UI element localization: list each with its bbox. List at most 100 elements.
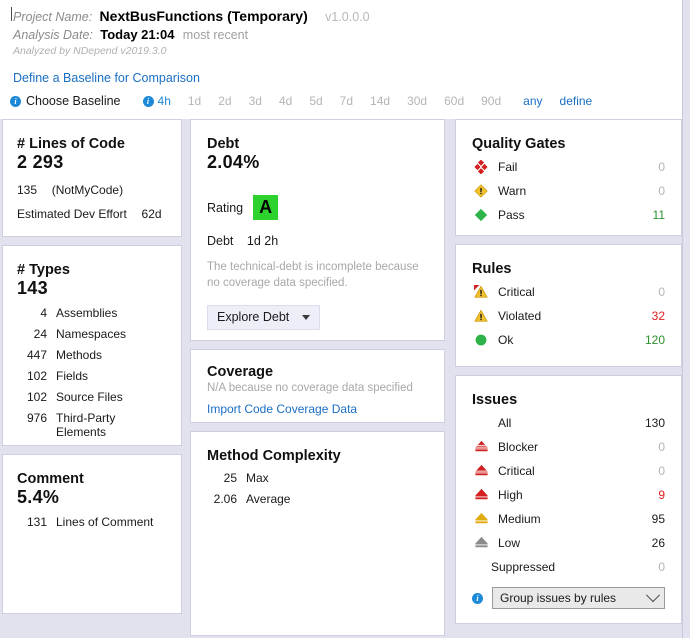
issues-row-suppressed[interactable]: Suppressed 0 (472, 556, 665, 577)
quality-gate-row-label: Pass (498, 207, 525, 222)
baseline-info-icon[interactable]: i (142, 95, 154, 107)
types-row-label: Source Files (56, 390, 123, 404)
baseline-range-60d[interactable]: 60d (444, 94, 464, 108)
baseline-range-define[interactable]: define (560, 94, 593, 108)
rules-row-label: Violated (498, 308, 542, 323)
project-version: v1.0.0.0 (325, 10, 370, 24)
method-complexity-row-label: Max (246, 471, 269, 485)
info-icon[interactable]: i (10, 95, 21, 107)
critical-warning-icon (472, 284, 490, 299)
quality-gate-row-warn[interactable]: Warn 0 (472, 180, 665, 201)
rules-rows: Critical 0 Violated 32 Ok 120 (472, 281, 665, 350)
dev-effort-label: Estimated Dev Effort (17, 207, 127, 221)
panel-method-complexity[interactable]: Method Complexity 25 Max 2.06 Average (190, 431, 445, 636)
quality-gate-row-fail[interactable]: Fail 0 (472, 156, 665, 177)
panel-rules[interactable]: Rules Critical 0 Violated 32 Ok 120 (455, 244, 682, 367)
baseline-range-3d[interactable]: 3d (249, 94, 262, 108)
issues-row-label: Blocker (498, 439, 539, 454)
baseline-range-5d[interactable]: 5d (309, 94, 322, 108)
text-caret (11, 7, 12, 21)
panel-types[interactable]: # Types 143 4 Assemblies 24 Namespaces 447 Me… (2, 245, 182, 446)
types-row[interactable]: 102 Fields (17, 369, 167, 383)
analysis-date-value: Today 21:04 (100, 27, 175, 42)
method-complexity-row[interactable]: 25 Max (207, 471, 428, 485)
rules-row-value: 120 (644, 332, 665, 347)
method-complexity-row[interactable]: 2.06 Average (207, 492, 428, 506)
types-row[interactable]: 24 Namespaces (17, 327, 167, 341)
panel-debt[interactable]: Debt 2.04% Rating A Debt 1d 2h The techn… (190, 119, 445, 341)
quality-gates-title: Quality Gates (472, 136, 566, 152)
rules-row-label: Ok (498, 332, 514, 347)
issues-title: Issues (472, 392, 518, 408)
issues-suppressed-value: 0 (658, 559, 665, 574)
comment-row[interactable]: 131 Lines of Comment (17, 515, 167, 529)
panel-quality-gates[interactable]: Quality Gates Fail 0 Warn 0 Pass 11 (455, 119, 682, 236)
panel-coverage[interactable]: Coverage N/A because no coverage data sp… (190, 349, 445, 423)
issues-row-label: Critical (498, 463, 535, 478)
method-complexity-row-label: Average (246, 492, 291, 506)
issues-row-all[interactable]: All 130 (472, 412, 665, 433)
types-row[interactable]: 4 Assemblies (17, 306, 167, 320)
debt-amount-value: 1d 2h (246, 234, 279, 248)
define-baseline-link[interactable]: Define a Baseline for Comparison (13, 71, 200, 85)
baseline-range-30d[interactable]: 30d (407, 94, 427, 108)
issues-row-label: High (498, 487, 523, 502)
baseline-range-2d[interactable]: 2d (218, 94, 231, 108)
chevron-down-icon (302, 314, 311, 320)
issues-row-medium[interactable]: Medium 95 (472, 508, 665, 529)
project-name-line: Project Name: NextBusFunctions (Temporar… (13, 8, 370, 24)
comment-row-label: Lines of Comment (56, 515, 154, 529)
group-issues-selected-value: Group issues by rules (500, 591, 617, 605)
issues-row-critical[interactable]: Critical 0 (472, 460, 665, 481)
debt-rating-label: Rating (207, 200, 244, 215)
baseline-range-any[interactable]: any (523, 94, 542, 108)
types-row[interactable]: 447 Methods (17, 348, 167, 362)
baseline-range-4d[interactable]: 4d (279, 94, 292, 108)
comment-title: Comment (17, 471, 84, 487)
types-row-label: Third-Party Elements (56, 411, 116, 439)
issues-row-low[interactable]: Low 26 (472, 532, 665, 553)
quality-gate-row-label: Fail (498, 159, 518, 174)
panel-comment[interactable]: Comment 5.4% 131 Lines of Comment (2, 454, 182, 614)
dashboard-board: # Lines of Code 2 293 135 (NotMyCode) Es… (0, 119, 682, 638)
project-name-label: Project Name: (13, 10, 93, 24)
group-issues-select[interactable]: Group issues by rules (492, 587, 665, 609)
types-value: 143 (17, 278, 48, 298)
types-row-label: Fields (56, 369, 89, 383)
panel-lines-of-code[interactable]: # Lines of Code 2 293 135 (NotMyCode) Es… (2, 119, 182, 237)
types-row[interactable]: 976 Third-Party Elements (17, 411, 167, 439)
issues-severity-rows: Blocker 0 Critical 0 High 9 Medium 95 Low 26 (472, 436, 665, 553)
issues-row-blocker[interactable]: Blocker 0 (472, 436, 665, 457)
method-complexity-row-value: 2.06 (213, 492, 237, 506)
debt-amount-row: Debt 1d 2h (207, 234, 428, 248)
types-row-value: 447 (26, 348, 47, 362)
baseline-range-7d[interactable]: 7d (340, 94, 353, 108)
method-complexity-title: Method Complexity (207, 448, 341, 464)
baseline-range-90d[interactable]: 90d (481, 94, 501, 108)
rules-row-ok[interactable]: Ok 120 (472, 329, 665, 350)
baseline-range-1d[interactable]: 1d (188, 94, 201, 108)
issues-row-high[interactable]: High 9 (472, 484, 665, 505)
explore-debt-button[interactable]: Explore Debt (207, 305, 321, 331)
warn-diamond-icon (472, 183, 490, 198)
quality-gate-row-pass[interactable]: Pass 11 (472, 204, 665, 225)
issues-row-value: 26 (651, 535, 665, 550)
import-coverage-link[interactable]: Import Code Coverage Data (207, 402, 428, 416)
rules-row-critical[interactable]: Critical 0 (472, 281, 665, 302)
types-row[interactable]: 102 Source Files (17, 390, 167, 404)
panel-issues[interactable]: Issues All 130 Blocker 0 Critical 0 High 9 Med… (455, 375, 682, 624)
types-title: # Types (17, 262, 70, 278)
quality-gate-row-value: 0 (658, 159, 665, 174)
rules-row-label: Critical (498, 284, 535, 299)
comment-row-value: 131 (26, 515, 47, 529)
baseline-range-4h[interactable]: 4h (158, 94, 171, 108)
types-row-label: Namespaces (56, 327, 127, 341)
rules-row-violated[interactable]: Violated 32 (472, 305, 665, 326)
baseline-range-14d[interactable]: 14d (370, 94, 390, 108)
group-issues-info-icon[interactable]: i (472, 592, 483, 604)
dev-effort-value: 62d (141, 207, 162, 221)
comment-value: 5.4% (17, 487, 60, 507)
debt-rating-badge: A (253, 195, 279, 220)
severity-blocker-icon (472, 439, 490, 454)
dashboard-header: Project Name: NextBusFunctions (Temporar… (0, 0, 682, 119)
